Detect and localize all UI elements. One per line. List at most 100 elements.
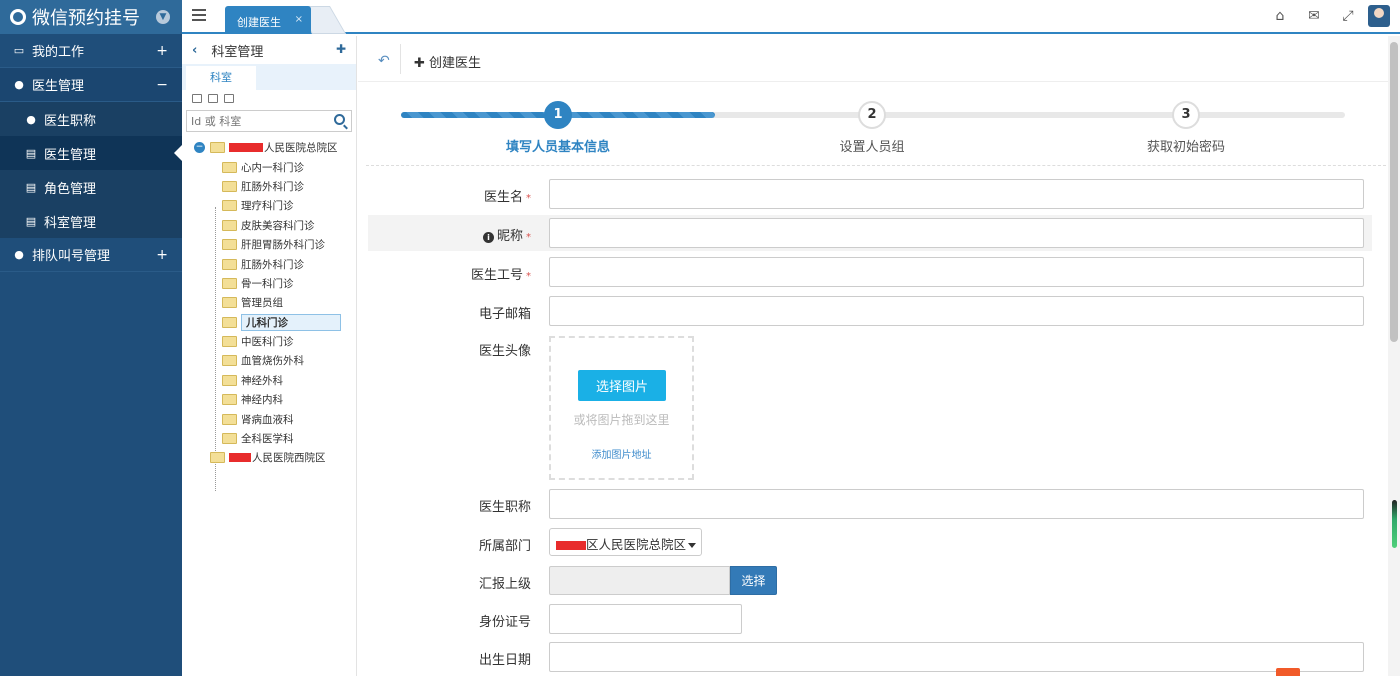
field-supervisor: 汇报上级 选择 bbox=[368, 563, 1372, 599]
nickname-input[interactable] bbox=[549, 218, 1364, 248]
tree-node-label: 心内一科门诊 bbox=[241, 161, 304, 174]
redaction-block bbox=[229, 143, 263, 153]
folder-icon bbox=[222, 239, 237, 251]
tree-node[interactable]: 血管烧伤外科 bbox=[182, 351, 356, 370]
tree-node[interactable]: 骨一科门诊 bbox=[182, 274, 356, 293]
side-widget bbox=[1392, 500, 1397, 548]
step-3-label: 获取初始密码 bbox=[1146, 140, 1225, 155]
info-icon[interactable]: i bbox=[482, 232, 494, 243]
birth-date-input[interactable] bbox=[549, 642, 1364, 672]
tree-node[interactable]: 全科医学科 bbox=[182, 429, 356, 448]
tree-node-label: 神经内科 bbox=[241, 394, 283, 407]
step-1-dot[interactable]: 1 bbox=[544, 101, 572, 129]
tree-node-label: 人民医院西院区 bbox=[252, 452, 326, 465]
tab-create-doctor[interactable]: 创建医生 × bbox=[225, 6, 311, 34]
pin-icon[interactable]: ✚ bbox=[336, 42, 346, 56]
tree-tabs: 科室 bbox=[182, 64, 356, 90]
tree-node-label: 儿科门诊 bbox=[241, 313, 341, 331]
field-department: 所属部门 区人民医院总院区 bbox=[368, 525, 1372, 561]
staff-no-input[interactable] bbox=[549, 257, 1364, 287]
add-image-url-link[interactable]: 添加图片地址 bbox=[551, 446, 692, 461]
pick-image-button[interactable]: 选择图片 bbox=[578, 370, 666, 401]
field-birth-date: 出生日期 bbox=[368, 639, 1372, 675]
tree-node[interactable]: 肛肠外科门诊 bbox=[182, 254, 356, 273]
email-input[interactable] bbox=[549, 296, 1364, 326]
copy-icon[interactable] bbox=[192, 94, 202, 103]
collapse-all-icon[interactable] bbox=[224, 94, 234, 103]
tree-search-input[interactable] bbox=[187, 111, 327, 131]
id-card-input[interactable] bbox=[549, 604, 742, 634]
field-doctor-name: 医生名 * bbox=[368, 176, 1372, 212]
tree-title: 科室管理 bbox=[211, 44, 264, 60]
search-icon[interactable] bbox=[334, 114, 345, 125]
avatar[interactable] bbox=[1368, 5, 1390, 27]
expand-icon: + bbox=[156, 247, 168, 263]
tree-node[interactable]: 神经内科 bbox=[182, 390, 356, 409]
fullscreen-icon[interactable]: ⤢ bbox=[1340, 8, 1356, 24]
field-label: i 昵称 * bbox=[368, 225, 531, 244]
doctor-title-input[interactable] bbox=[549, 489, 1364, 519]
menu-toggle-icon[interactable] bbox=[192, 9, 206, 21]
caret-down-icon bbox=[688, 543, 697, 548]
chevron-down-icon[interactable]: ▼ bbox=[156, 10, 170, 24]
tree-node[interactable]: 心内一科门诊 bbox=[182, 157, 356, 176]
sidebar: 微信预约挂号 ▼ ▭ 我的工作 + ● 医生管理 − ● 医生职称 ▤ 医生管理… bbox=[0, 0, 182, 676]
folder-icon bbox=[222, 413, 237, 425]
chevron-left-icon[interactable]: ‹ bbox=[192, 43, 197, 58]
home-icon[interactable]: ⌂ bbox=[1272, 8, 1288, 24]
folder-icon bbox=[222, 200, 237, 212]
tree-node-root-1[interactable]: − 人民医院总院区 bbox=[182, 138, 356, 157]
sidebar-item-queue-manage[interactable]: ● 排队叫号管理 + bbox=[0, 238, 182, 272]
tree-node-label: 骨一科门诊 bbox=[241, 277, 294, 290]
undo-icon[interactable]: ↶ bbox=[378, 53, 390, 69]
sidebar-item-doctor-title[interactable]: ● 医生职称 bbox=[0, 102, 182, 136]
required-mark: * bbox=[526, 232, 531, 243]
tree-node[interactable]: 肛肠外科门诊 bbox=[182, 177, 356, 196]
sidebar-item-label: 科室管理 bbox=[44, 215, 97, 231]
tree-node[interactable]: 肾病血液科 bbox=[182, 409, 356, 428]
close-icon[interactable]: × bbox=[295, 14, 303, 25]
folder-icon bbox=[222, 258, 237, 270]
field-label: 医生工号 * bbox=[368, 264, 531, 283]
sidebar-item-doctor-mgmt[interactable]: ● 医生管理 − bbox=[0, 68, 182, 102]
expand-all-icon[interactable] bbox=[208, 94, 218, 103]
tree-node[interactable]: 肝胆胃肠外科门诊 bbox=[182, 235, 356, 254]
field-label: 医生名 * bbox=[368, 186, 531, 205]
folder-icon bbox=[222, 161, 237, 173]
user-icon: ● bbox=[14, 78, 24, 91]
doctor-name-input[interactable] bbox=[549, 179, 1364, 209]
collapse-icon[interactable]: − bbox=[194, 142, 205, 154]
tree-node-root-2[interactable]: 人民医院西院区 bbox=[182, 448, 356, 467]
field-nickname: i 昵称 * bbox=[368, 215, 1372, 251]
tree-node-label: 肾病血液科 bbox=[241, 413, 294, 426]
avatar-dropzone[interactable]: 选择图片 或将图片拖到这里 添加图片地址 bbox=[549, 336, 694, 480]
sidebar-item-dept-manage[interactable]: ▤ 科室管理 bbox=[0, 204, 182, 238]
department-select[interactable]: 区人民医院总院区 bbox=[549, 528, 702, 556]
sidebar-item-my-work[interactable]: ▭ 我的工作 + bbox=[0, 34, 182, 68]
laptop-icon: ▭ bbox=[13, 44, 25, 57]
tab-dept[interactable]: 科室 bbox=[186, 66, 256, 90]
app-title: 微信预约挂号 bbox=[32, 8, 140, 29]
main-content: ↶ ✚ 创建医生 1 填写人员基本信息 2 设置人员组 3 获取初始密码 医生名… bbox=[358, 36, 1388, 676]
field-label-text: 昵称 bbox=[496, 229, 523, 244]
tree-node[interactable]: 皮肤美容科门诊 bbox=[182, 216, 356, 235]
field-label: 出生日期 bbox=[478, 653, 531, 668]
sidebar-item-label: 医生管理 bbox=[32, 79, 85, 94]
step-3-dot[interactable]: 3 bbox=[1172, 101, 1200, 129]
field-label: 所属部门 bbox=[478, 539, 531, 554]
folder-icon bbox=[210, 142, 225, 154]
scrollbar-thumb[interactable] bbox=[1390, 42, 1398, 342]
tree-node[interactable]: 理疗科门诊 bbox=[182, 196, 356, 215]
step-2-dot[interactable]: 2 bbox=[858, 101, 886, 129]
tree-node[interactable]: 管理员组 bbox=[182, 293, 356, 312]
tree-node[interactable]: 中医科门诊 bbox=[182, 332, 356, 351]
sidebar-item-doctor-manage[interactable]: ▤ 医生管理 bbox=[0, 136, 182, 170]
scrollbar[interactable] bbox=[1388, 36, 1400, 676]
chat-icon[interactable]: ✉ bbox=[1306, 8, 1322, 24]
tree-search bbox=[186, 110, 352, 132]
tree-node[interactable]: 儿科门诊 bbox=[182, 313, 356, 332]
sidebar-item-role-manage[interactable]: ▤ 角色管理 bbox=[0, 170, 182, 204]
select-supervisor-button[interactable]: 选择 bbox=[730, 566, 777, 595]
tree-node[interactable]: 神经外科 bbox=[182, 371, 356, 390]
tree-header: ‹ 科室管理 ✚ bbox=[182, 36, 356, 64]
